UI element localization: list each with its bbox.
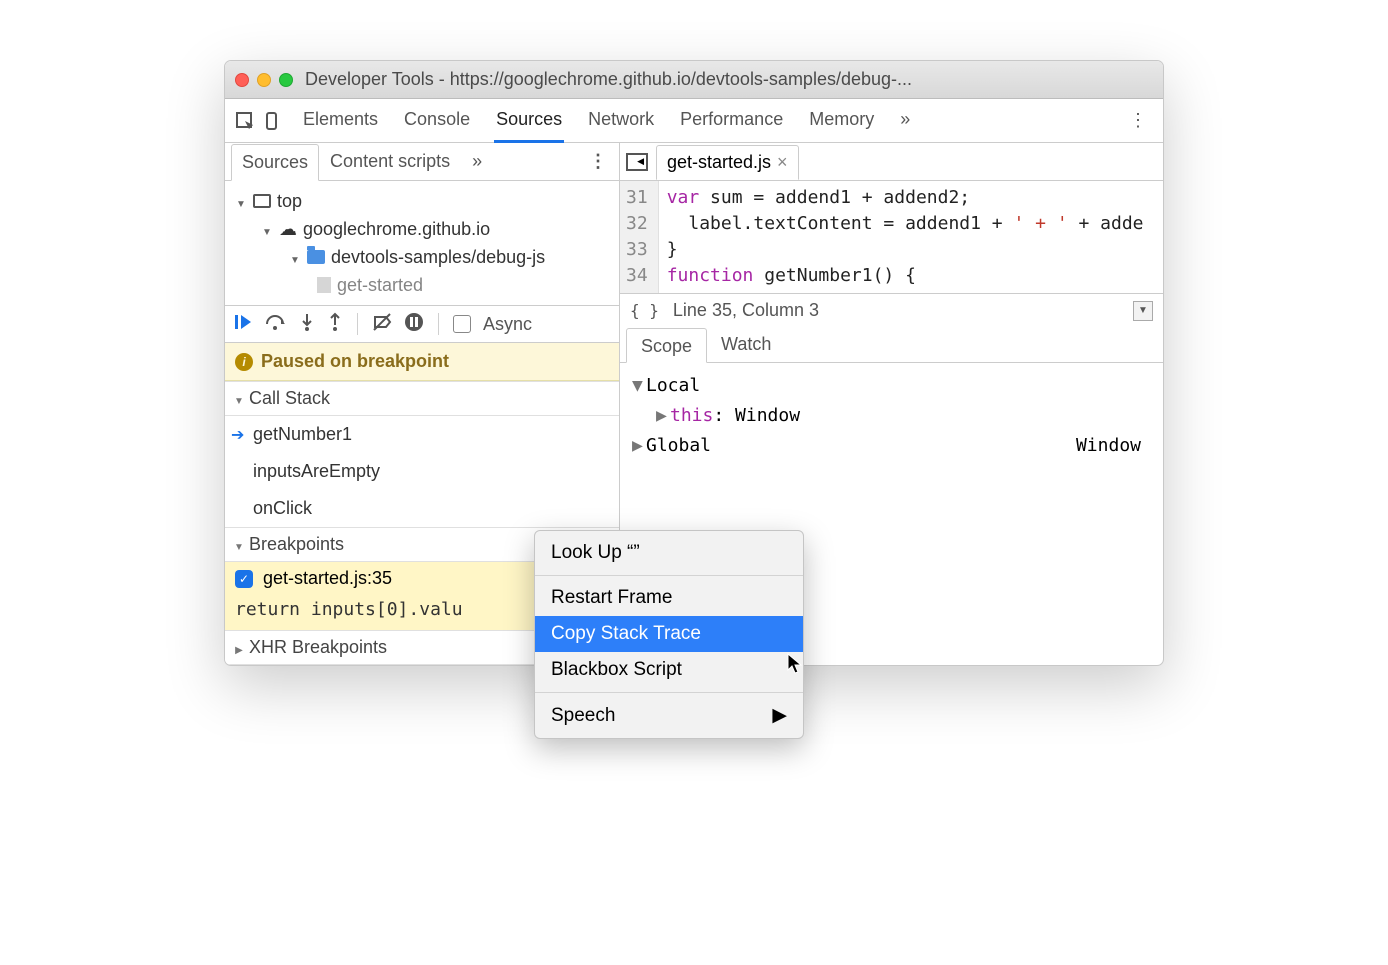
file-tree: top ☁ googlechrome.github.io devtools-sam… [225, 181, 619, 305]
tabs-overflow[interactable]: » [898, 99, 912, 143]
minimize-window-button[interactable] [257, 73, 271, 87]
step-into-icon[interactable] [299, 312, 315, 337]
subtab-sources[interactable]: Sources [231, 144, 319, 181]
file-icon [317, 277, 331, 293]
main-toolbar: Elements Console Sources Network Perform… [225, 99, 1163, 143]
info-icon: i [235, 353, 253, 371]
tree-domain-label: googlechrome.github.io [303, 219, 490, 240]
statusbar-dropdown-icon[interactable]: ▼ [1133, 301, 1153, 321]
inspect-icon[interactable] [231, 111, 259, 131]
cloud-icon: ☁ [279, 219, 297, 240]
tab-performance[interactable]: Performance [678, 99, 785, 143]
subtab-content-scripts[interactable]: Content scripts [319, 143, 461, 180]
cursor-position: Line 35, Column 3 [673, 300, 819, 321]
tab-elements[interactable]: Elements [301, 99, 380, 143]
close-tab-icon[interactable]: × [777, 152, 788, 173]
code-editor[interactable]: 31323334 var sum = addend1 + addend2; la… [620, 181, 1163, 293]
menu-copy-stack-trace[interactable]: Copy Stack Trace [535, 616, 803, 652]
panel-tabs: Elements Console Sources Network Perform… [301, 99, 1119, 143]
async-label: Async [483, 314, 532, 335]
zoom-window-button[interactable] [279, 73, 293, 87]
tree-top[interactable]: top [225, 187, 619, 215]
breakpoint-checkbox[interactable]: ✓ [235, 570, 253, 588]
menu-restart-frame[interactable]: Restart Frame [535, 580, 803, 616]
stack-frame-1[interactable]: inputsAreEmpty [225, 453, 619, 490]
pause-message-text: Paused on breakpoint [261, 351, 449, 372]
context-menu: Look Up “” Restart Frame Copy Stack Trac… [534, 530, 804, 739]
file-tab-label: get-started.js [667, 152, 771, 173]
mouse-cursor-icon [787, 653, 805, 681]
tab-sources[interactable]: Sources [494, 99, 564, 143]
editor-file-tab[interactable]: get-started.js × [656, 145, 799, 180]
kebab-menu-icon[interactable]: ⋮ [1119, 110, 1157, 131]
stack-frame-2[interactable]: onClick [225, 490, 619, 527]
subtabs-kebab-icon[interactable]: ⋮ [577, 151, 619, 172]
tree-top-label: top [277, 191, 302, 212]
pause-message: i Paused on breakpoint [225, 343, 619, 381]
scope-tabs: Scope Watch [620, 327, 1163, 363]
menu-speech[interactable]: Speech▶ [535, 697, 803, 734]
tree-domain[interactable]: ☁ googlechrome.github.io [225, 215, 619, 243]
call-stack-header[interactable]: Call Stack [225, 381, 619, 416]
scope-this-row[interactable]: ▶this: Window [632, 401, 1151, 431]
gutter: 31323334 [620, 181, 659, 293]
sources-subtabs: Sources Content scripts » ⋮ [225, 143, 619, 181]
submenu-arrow-icon: ▶ [772, 704, 787, 727]
window-controls [235, 73, 293, 87]
tree-file-label: get-started [337, 275, 423, 296]
stack-frame-0[interactable]: ➔getNumber1 [225, 416, 619, 453]
menu-blackbox-script[interactable]: Blackbox Script [535, 652, 803, 688]
scope-global-row[interactable]: ▶GlobalWindow [632, 431, 1151, 461]
deactivate-breakpoints-icon[interactable] [372, 312, 392, 337]
format-icon[interactable]: { } [630, 301, 659, 320]
scope-body: ▼Local ▶this: Window ▶GlobalWindow [620, 363, 1163, 469]
breakpoint-label: get-started.js:35 [263, 568, 392, 589]
tree-folder-label: devtools-samples/debug-js [331, 247, 545, 268]
debugger-toolbar: Async [225, 305, 619, 343]
pause-exceptions-icon[interactable] [404, 312, 424, 337]
scope-local-row[interactable]: ▼Local [632, 371, 1151, 401]
folder-icon [307, 250, 325, 264]
editor-statusbar: { } Line 35, Column 3 ▼ [620, 293, 1163, 327]
tab-watch[interactable]: Watch [707, 327, 785, 362]
editor-tabs: get-started.js × [620, 143, 1163, 181]
step-out-icon[interactable] [327, 312, 343, 337]
frame-icon [253, 194, 271, 208]
titlebar: Developer Tools - https://googlechrome.g… [225, 61, 1163, 99]
async-checkbox[interactable] [453, 315, 471, 333]
close-window-button[interactable] [235, 73, 249, 87]
navigator-toggle-icon[interactable] [626, 153, 648, 171]
window-title: Developer Tools - https://googlechrome.g… [305, 69, 912, 90]
device-toggle-icon[interactable] [259, 111, 287, 131]
menu-look-up[interactable]: Look Up “” [535, 535, 803, 571]
tab-scope[interactable]: Scope [626, 328, 707, 363]
current-frame-arrow-icon: ➔ [231, 425, 244, 445]
tab-memory[interactable]: Memory [807, 99, 876, 143]
tree-file[interactable]: get-started [225, 271, 619, 299]
subtabs-overflow[interactable]: » [461, 143, 493, 180]
tab-network[interactable]: Network [586, 99, 656, 143]
resume-icon[interactable] [233, 312, 253, 337]
tab-console[interactable]: Console [402, 99, 472, 143]
code-body[interactable]: var sum = addend1 + addend2; label.textC… [659, 181, 1152, 293]
step-over-icon[interactable] [265, 312, 287, 337]
tree-folder[interactable]: devtools-samples/debug-js [225, 243, 619, 271]
